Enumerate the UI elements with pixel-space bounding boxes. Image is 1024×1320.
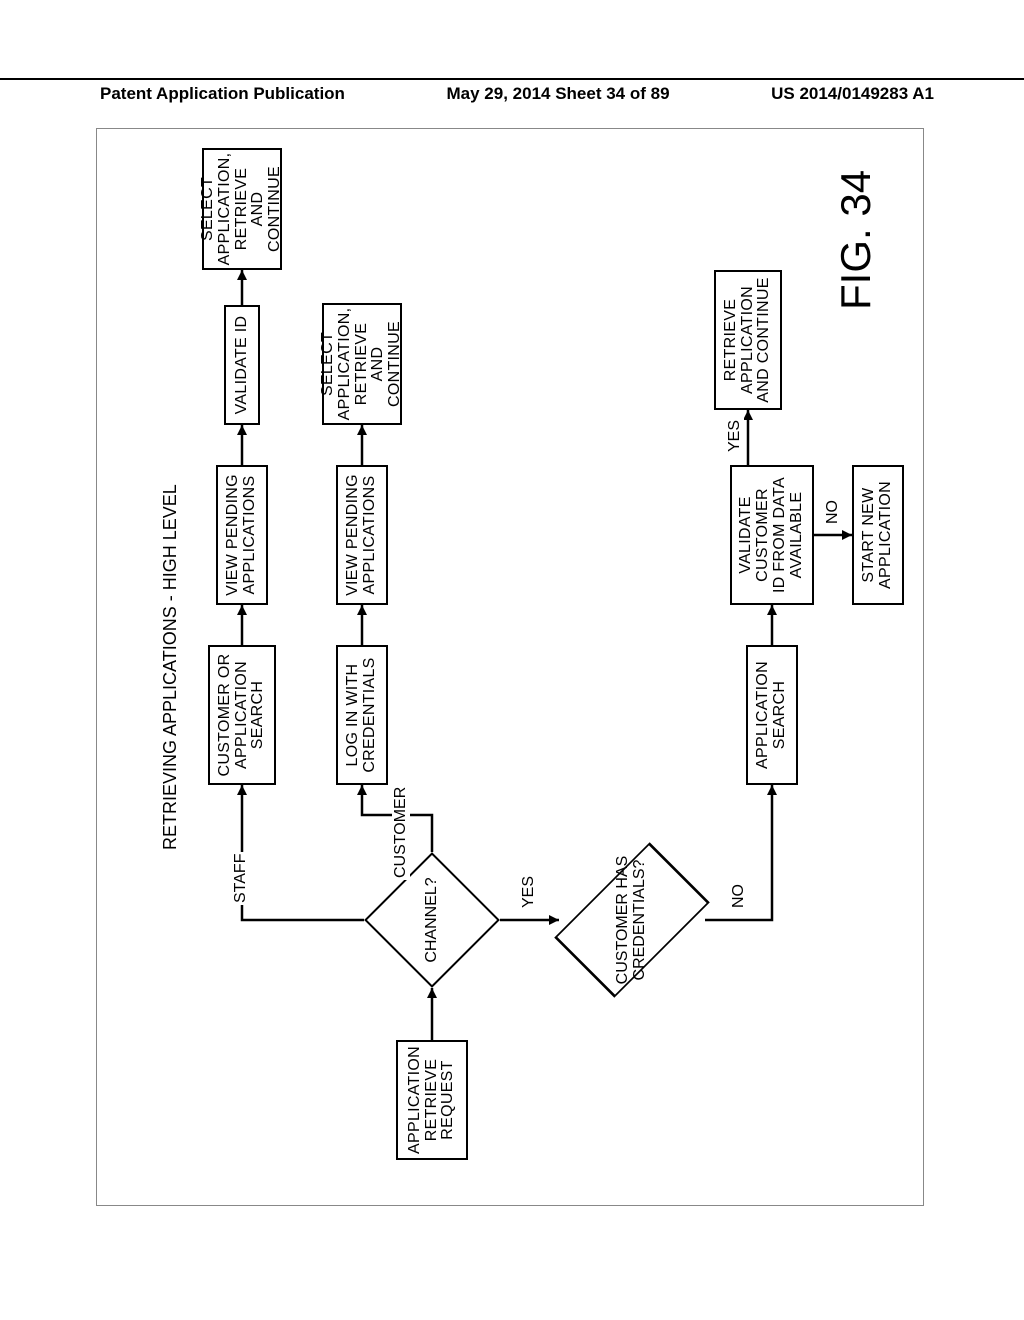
box-view-pending-1: VIEW PENDINGAPPLICATIONS <box>216 465 268 605</box>
header-left: Patent Application Publication <box>100 84 345 104</box>
box-select-app-2: SELECTAPPLICATION,RETRIEVE ANDCONTINUE <box>322 303 402 425</box>
box-view-pending-2: VIEW PENDINGAPPLICATIONS <box>336 465 388 605</box>
box-start-new-application: START NEWAPPLICATION <box>852 465 904 605</box>
box-login-credentials: LOG IN WITHCREDENTIALS <box>336 645 388 785</box>
flowchart-canvas: RETRIEVING APPLICATIONS - HIGH LEVEL APP… <box>132 140 892 1180</box>
header-center: May 29, 2014 Sheet 34 of 89 <box>447 84 670 104</box>
decision-customer-credentials: CUSTOMER HASCREDENTIALS? <box>582 870 682 970</box>
edge-no-2: NO <box>824 498 842 526</box>
box-retrieve-app-continue: RETRIEVEAPPLICATIONAND CONTINUE <box>714 270 782 410</box>
box-application-search: APPLICATIONSEARCH <box>746 645 798 785</box>
box-validate-customer-id: VALIDATECUSTOMERID FROM DATAAVAILABLE <box>730 465 814 605</box>
decision-channel: CHANNEL? <box>384 872 480 968</box>
diagram-title: RETRIEVING APPLICATIONS - HIGH LEVEL <box>160 484 181 850</box>
box-application-retrieve-request: APPLICATIONRETRIEVEREQUEST <box>396 1040 468 1160</box>
edge-yes-2: YES <box>726 418 744 454</box>
box-customer-or-app-search: CUSTOMER ORAPPLICATIONSEARCH <box>208 645 276 785</box>
box-select-app-1: SELECTAPPLICATION,RETRIEVE ANDCONTINUE <box>202 148 282 270</box>
edge-yes-1: YES <box>520 874 538 910</box>
edge-no-1: NO <box>730 882 748 910</box>
box-validate-id: VALIDATE ID <box>224 305 260 425</box>
page-header: Patent Application Publication May 29, 2… <box>0 78 1024 104</box>
header-right: US 2014/0149283 A1 <box>771 84 934 104</box>
edge-customer: CUSTOMER <box>392 785 410 880</box>
figure-number: FIG. 34 <box>832 170 880 310</box>
edge-staff: STAFF <box>232 852 250 905</box>
